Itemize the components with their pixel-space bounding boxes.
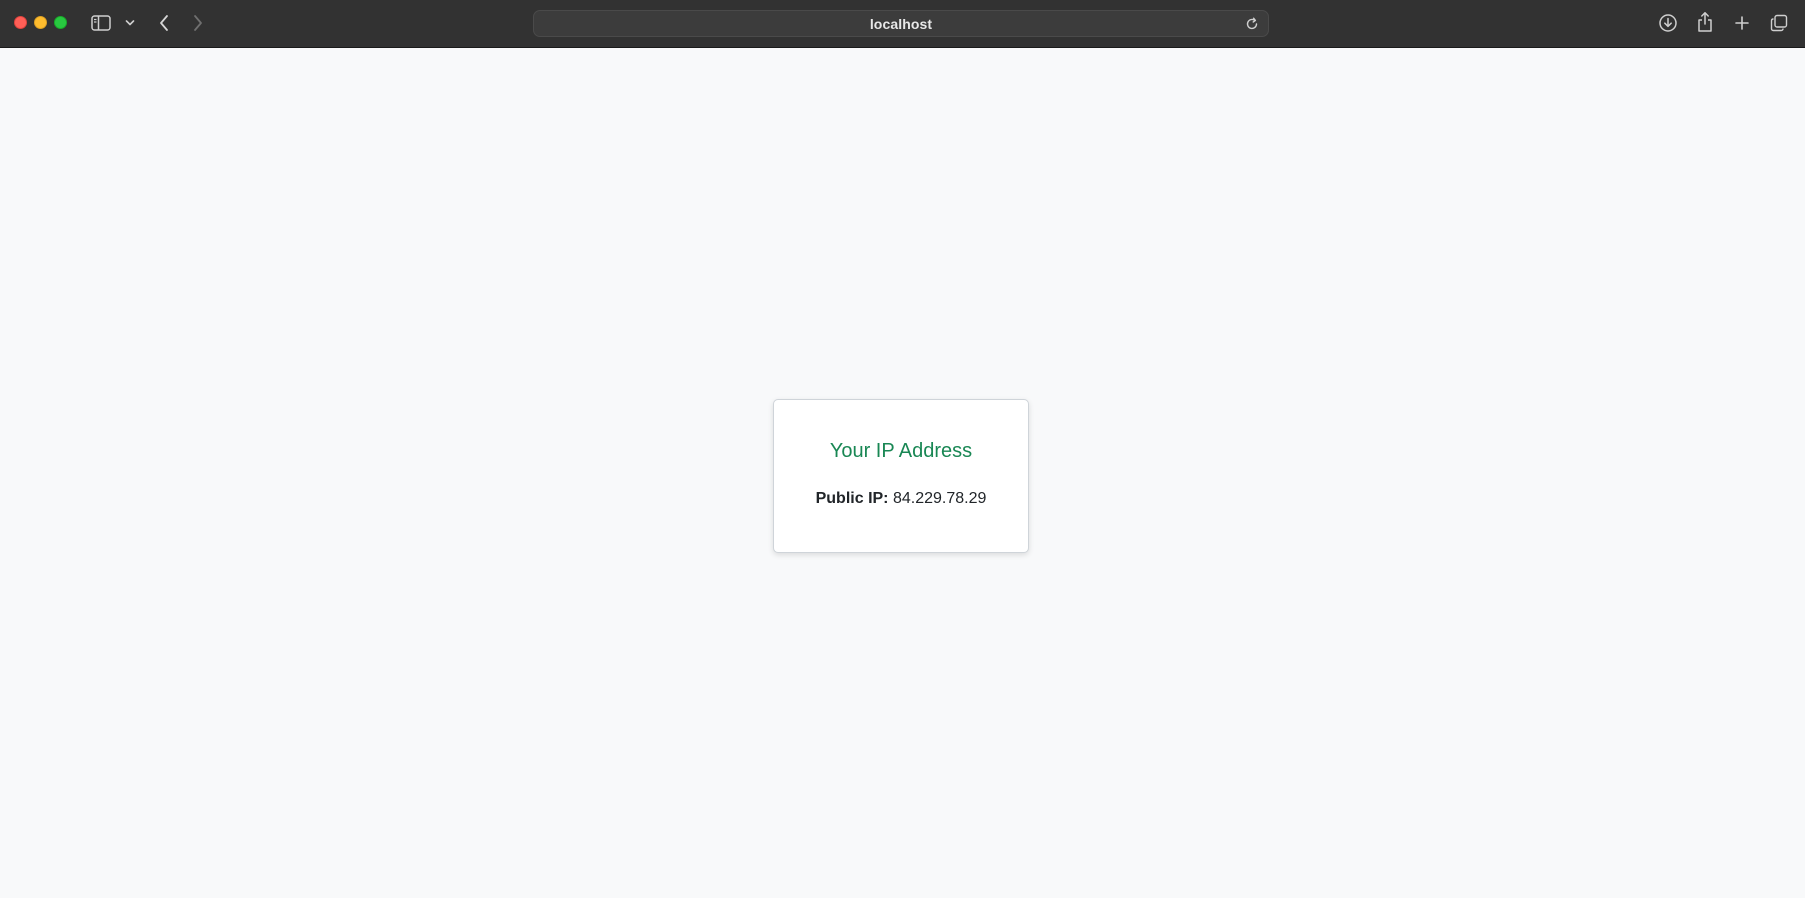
plus-icon[interactable] [1731, 12, 1753, 34]
sidebar-icon[interactable] [90, 12, 112, 34]
zoom-window-button[interactable] [54, 16, 67, 29]
share-icon[interactable] [1694, 10, 1716, 34]
address-text: localhost [869, 15, 933, 32]
close-window-button[interactable] [14, 16, 27, 29]
card-title: Your IP Address [829, 440, 973, 462]
chevron-down-icon[interactable] [124, 15, 136, 31]
page-content: Your IP Address Public IP: 84.229.78.29 [0, 48, 1805, 898]
browser-toolbar: localhost [0, 0, 1805, 48]
chevron-right-icon[interactable] [188, 12, 208, 34]
address-bar[interactable]: localhost [533, 10, 1269, 37]
reload-icon[interactable] [1244, 16, 1260, 32]
ip-card: Your IP Address Public IP: 84.229.78.29 [773, 399, 1029, 553]
download-icon[interactable] [1657, 12, 1679, 34]
ip-line: Public IP: 84.229.78.29 [774, 488, 1028, 510]
ip-label: Public IP: [815, 490, 889, 507]
chevron-left-icon[interactable] [154, 12, 174, 34]
minimize-window-button[interactable] [34, 16, 47, 29]
ip-value: 84.229.78.29 [892, 490, 987, 507]
tabs-overview-icon[interactable] [1768, 12, 1790, 34]
